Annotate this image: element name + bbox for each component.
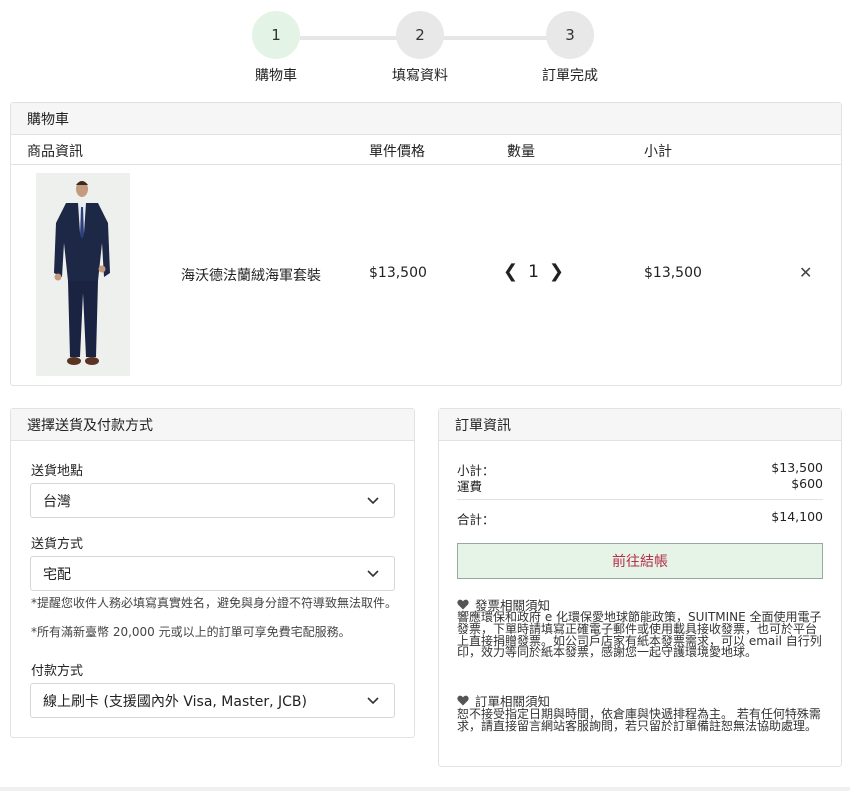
shipping-fee-value: $600 (791, 476, 823, 491)
total-row: 合計： $14,100 (457, 509, 823, 528)
cart-panel: 購物車 商品資訊 單件價格 數量 小計 海沃德法蘭絨海軍套裝 $13,500 ❮… (10, 102, 842, 386)
delivery-location-label: 送貨地點 (31, 464, 84, 479)
chevron-down-icon (367, 697, 379, 705)
payment-method-label: 付款方式 (31, 664, 84, 679)
page-bottom-divider (0, 787, 850, 791)
step-3-circle: 3 (546, 11, 594, 59)
step-connector (300, 36, 400, 40)
quantity-increase-icon[interactable]: ❯ (549, 263, 564, 281)
heart-icon (457, 599, 469, 610)
quantity-stepper: ❮ 1 ❯ (503, 262, 564, 282)
product-image[interactable] (36, 173, 130, 376)
product-name[interactable]: 海沃德法蘭絨海軍套裝 (181, 265, 321, 285)
column-product: 商品資訊 (27, 144, 83, 160)
shipping-fee-row: 運費 $600 (457, 476, 823, 495)
invoice-notice-text: 響應環保和政府 e 化環保愛地球節能政策，SUITMINE 全面使用電子發票，下… (457, 610, 822, 660)
step-connector (443, 36, 547, 40)
remove-item-icon[interactable]: ✕ (799, 263, 812, 282)
checkout-button[interactable]: 前往結帳 (457, 543, 823, 579)
step-1-label: 購物車 (255, 68, 297, 84)
payment-method-select[interactable]: 線上刷卡 (支援國內外 Visa, Master, JCB) (30, 683, 395, 718)
column-subtotal: 小計 (644, 144, 672, 160)
column-quantity: 數量 (507, 144, 535, 160)
order-notice-text: 恕不接受指定日期與時間，依倉庫與快遞排程為主。 若有任何特殊需求，請直接留言網站… (457, 707, 821, 733)
shipping-panel-title: 選擇送貨及付款方式 (11, 409, 414, 441)
heart-icon (457, 695, 469, 706)
total-label: 合計： (457, 512, 495, 527)
recipient-name-note: *提醒您收件人務必填寫真實姓名，避免與身分證不符導致無法取件。 (31, 596, 398, 610)
quantity-value: 1 (528, 262, 539, 282)
product-unit-price: $13,500 (369, 265, 427, 281)
free-shipping-note: *所有滿新臺幣 20,000 元或以上的訂單可享免費宅配服務。 (31, 625, 351, 639)
order-summary-title: 訂單資訊 (439, 409, 841, 441)
step-3-label: 訂單完成 (542, 68, 598, 84)
delivery-method-label: 送貨方式 (31, 537, 84, 552)
total-value: $14,100 (771, 509, 823, 524)
checkout-stepper: 1 2 3 購物車 填寫資料 訂單完成 (0, 0, 850, 95)
cart-panel-title: 購物車 (11, 103, 841, 135)
step-1-circle: 1 (252, 11, 300, 59)
delivery-location-value: 台灣 (43, 493, 71, 510)
product-subtotal: $13,500 (644, 265, 702, 281)
subtotal-value: $13,500 (771, 460, 823, 475)
step-2-label: 填寫資料 (392, 68, 448, 84)
summary-divider (457, 499, 823, 500)
column-unit-price: 單件價格 (369, 144, 425, 160)
step-2-circle: 2 (396, 11, 444, 59)
cart-item-row: 海沃德法蘭絨海軍套裝 $13,500 ❮ 1 ❯ $13,500 ✕ (11, 165, 841, 385)
quantity-decrease-icon[interactable]: ❮ (503, 263, 518, 281)
chevron-down-icon (367, 497, 379, 505)
cart-column-headers: 商品資訊 單件價格 數量 小計 (11, 135, 841, 165)
chevron-down-icon (367, 570, 379, 578)
delivery-location-select[interactable]: 台灣 (30, 483, 395, 518)
order-summary-panel: 訂單資訊 小計： $13,500 運費 $600 合計： $14,100 前往結… (438, 408, 842, 767)
shipping-panel: 選擇送貨及付款方式 送貨地點 台灣 送貨方式 宅配 *提醒您收件人務必填寫真實姓… (10, 408, 415, 738)
payment-method-value: 線上刷卡 (支援國內外 Visa, Master, JCB) (43, 693, 307, 710)
shipping-fee-label: 運費 (457, 479, 483, 494)
delivery-method-value: 宅配 (43, 566, 71, 583)
delivery-method-select[interactable]: 宅配 (30, 556, 395, 591)
